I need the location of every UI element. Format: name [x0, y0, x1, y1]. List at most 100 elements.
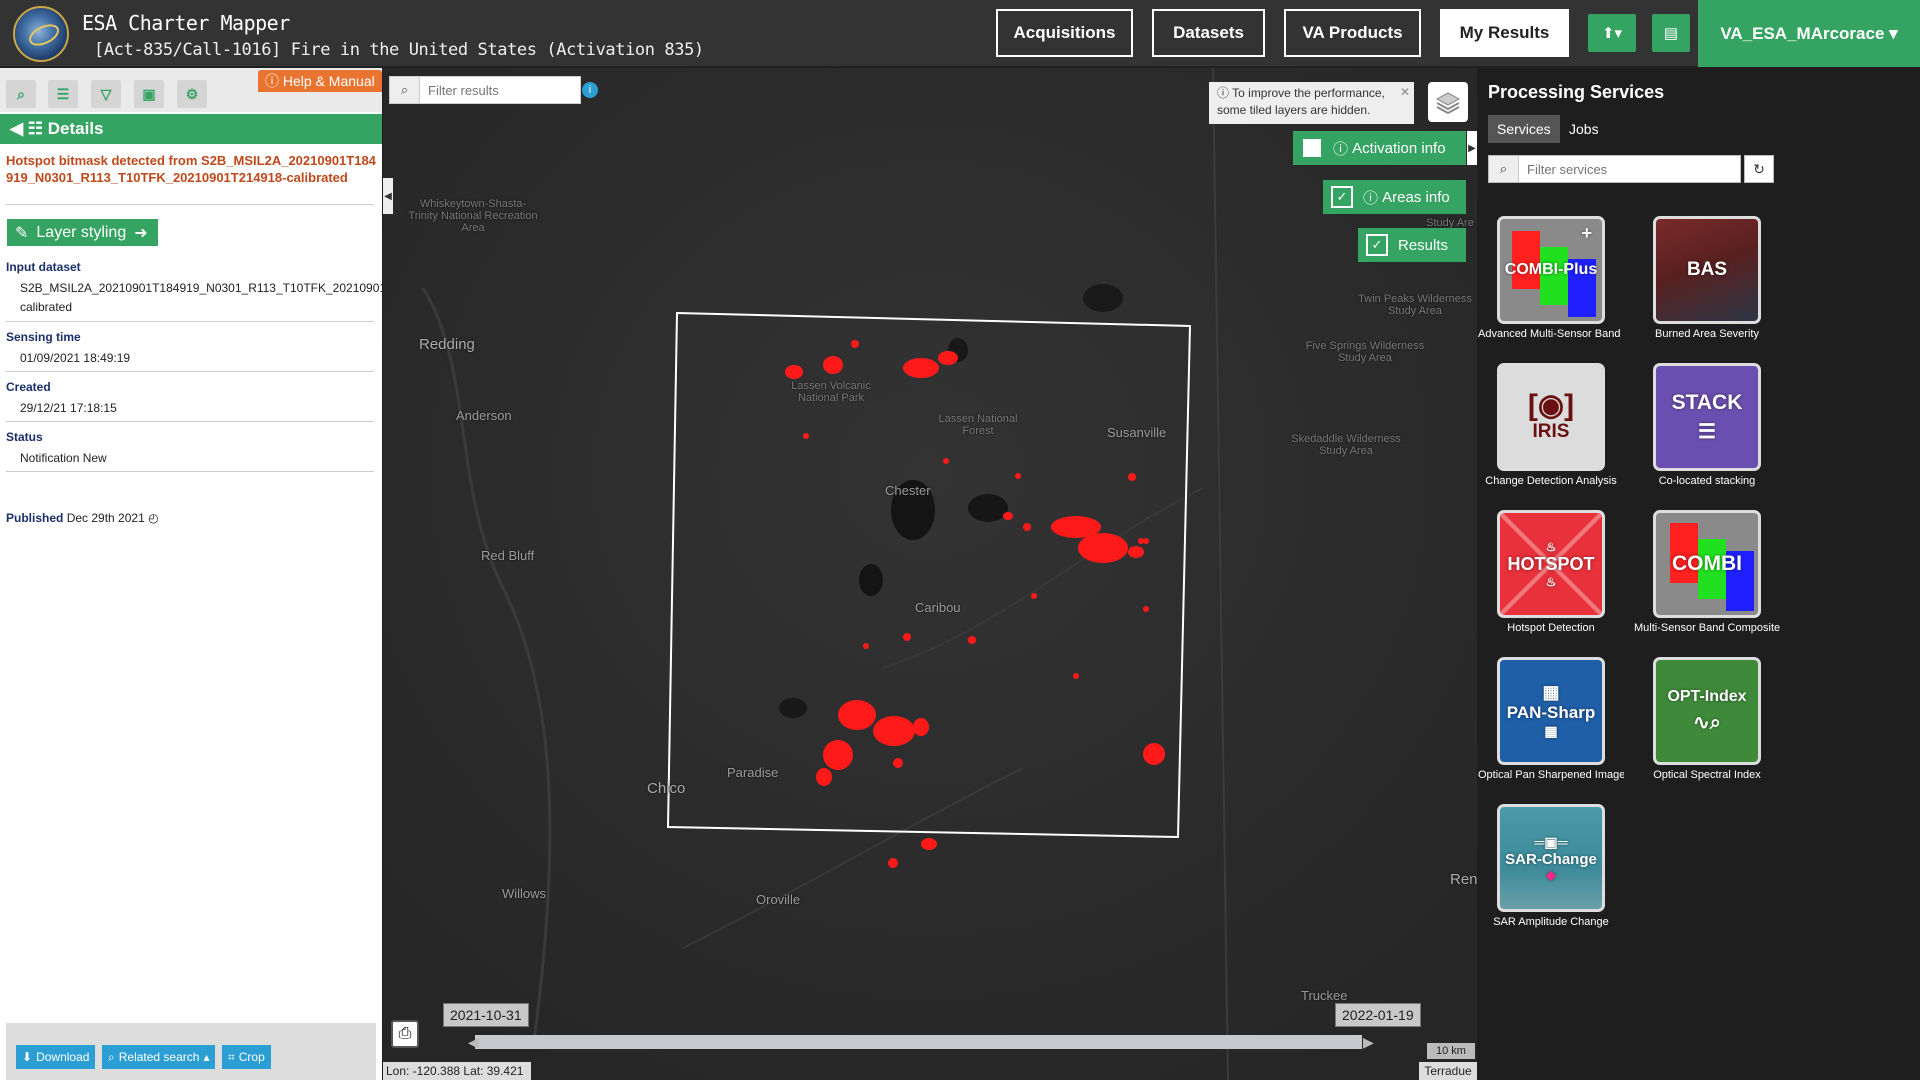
map-label-susanville: Susanville — [1107, 425, 1167, 440]
details-header[interactable]: ◀ ☷ Details — [0, 114, 382, 144]
collapse-left-panel-toggle[interactable]: ◀ — [383, 178, 393, 214]
esa-charter-logo[interactable] — [13, 6, 69, 62]
activation-info-label: Activation info — [1352, 139, 1446, 157]
results-filter-input[interactable] — [420, 82, 570, 98]
upload-menu-button[interactable]: ⬆▾ — [1588, 14, 1636, 52]
layer-styling-button[interactable]: ✎ Layer styling ➜ — [7, 219, 158, 246]
service-tile[interactable]: ═▣═ SAR-Change ◆ — [1497, 804, 1605, 912]
user-menu[interactable]: VA_ESA_MArcorace ▾ — [1698, 0, 1920, 67]
hotspot-cluster — [803, 433, 809, 439]
refresh-icon[interactable]: ↻ — [1744, 155, 1774, 183]
service-tile-label: COMBI — [1672, 552, 1742, 575]
hotspot-cluster — [1015, 473, 1021, 479]
published-info: Published Dec 29th 2021 ◴ — [6, 511, 159, 525]
service-combi-plus[interactable]: COMBI-Plus + Advanced Multi-Sensor Band … — [1478, 216, 1624, 340]
info-icon[interactable]: i — [582, 82, 598, 98]
service-tile[interactable]: COMBI-Plus + — [1497, 216, 1605, 324]
field-key-input-dataset: Input dataset — [6, 260, 81, 274]
service-opt-index[interactable]: OPT-Index ∿⌕ Optical Spectral Index — [1634, 657, 1780, 781]
satellite-icon: ═▣═ — [1534, 834, 1568, 850]
map-label-caribou: Caribou — [915, 600, 961, 615]
service-pan-sharp[interactable]: ▦ PAN-Sharp ▦ Optical Pan Sharpened Imag… — [1478, 657, 1624, 781]
basket-icon[interactable]: ▽ — [91, 80, 121, 108]
service-tile[interactable]: COMBI — [1653, 510, 1761, 618]
details-panel: ⌕ ☰ ▽ ▣ ⚙ ⓘ Help & Manual ◀ ☷ Details Ho… — [0, 68, 438, 1080]
service-tile[interactable]: ♨ HOTSPOT ♨ — [1497, 510, 1605, 618]
checkbox-checked[interactable]: ✓ — [1366, 234, 1388, 256]
crop-button[interactable]: ⌗ Crop — [222, 1045, 271, 1069]
timeline-slider[interactable] — [475, 1035, 1362, 1049]
search-icon[interactable]: ⌕ — [6, 80, 36, 108]
crop-label: Crop — [238, 1050, 265, 1064]
map-label-oroville: Oroville — [756, 892, 801, 907]
help-manual-button[interactable]: ⓘ Help & Manual — [258, 70, 382, 92]
timeline-end-date[interactable]: 2022-01-19 — [1335, 1003, 1421, 1027]
related-search-label: Related search — [118, 1050, 200, 1064]
gear-icon[interactable]: ⚙ — [177, 80, 207, 108]
timeline-handle-right[interactable]: ▶ — [1363, 1034, 1374, 1051]
back-arrow-icon[interactable]: ◀ — [10, 119, 28, 139]
timeline-start-date[interactable]: 2021-10-31 — [443, 1003, 529, 1027]
list-icon[interactable]: ☰ — [48, 80, 78, 108]
nav-datasets[interactable]: Datasets — [1152, 9, 1265, 57]
checkbox-checked[interactable]: ✓ — [1331, 186, 1353, 208]
tab-services[interactable]: Services — [1488, 115, 1560, 143]
hotspot-cluster — [863, 643, 869, 649]
field-value-input-dataset: S2B_MSIL2A_20210901T184919_N0301_R113_T1… — [20, 281, 438, 314]
checkbox-unchecked[interactable] — [1301, 137, 1323, 159]
service-caption: Multi-Sensor Band Composite — [1634, 622, 1780, 634]
expand-overlay-toggle[interactable]: ▶ — [1467, 131, 1477, 165]
field-value-sensing-time: 01/09/2021 18:49:19 — [20, 351, 131, 365]
tab-jobs[interactable]: Jobs — [1560, 115, 1608, 143]
results-filter[interactable]: ⌕ — [389, 76, 581, 104]
hotspot-cluster — [1078, 533, 1128, 563]
service-iris[interactable]: [◉] IRIS Change Detection Analysis — [1478, 363, 1624, 487]
service-hotspot[interactable]: ♨ HOTSPOT ♨ Hotspot Detection — [1478, 510, 1624, 634]
service-stack[interactable]: STACK ☰ Co-located stacking — [1634, 363, 1780, 487]
hotspot-cluster — [1143, 743, 1165, 765]
map-view[interactable]: Whiskeytown-Shasta-Trinity National Recr… — [383, 68, 1477, 1080]
published-date: Dec 29th 2021 — [66, 511, 145, 525]
service-sar-change[interactable]: ═▣═ SAR-Change ◆ SAR Amplitude Change — [1478, 804, 1624, 928]
services-filter-input[interactable] — [1519, 161, 1719, 177]
nav-my-results[interactable]: My Results — [1440, 9, 1569, 57]
download-label: Download — [36, 1050, 90, 1064]
service-caption: Hotspot Detection — [1507, 622, 1595, 634]
print-icon[interactable]: ⎙ — [391, 1020, 419, 1048]
toolbox-button[interactable]: ▤ — [1652, 14, 1690, 52]
services-filter[interactable]: ⌕ — [1488, 155, 1741, 183]
basemap-terrain — [383, 68, 1477, 1080]
nav-va-products[interactable]: VA Products — [1284, 9, 1421, 57]
archive-icon[interactable]: ▣ — [134, 80, 164, 108]
nav-acquisitions[interactable]: Acquisitions — [996, 9, 1133, 57]
basemap-attribution[interactable]: Terradue — [1419, 1062, 1477, 1080]
results-toggle[interactable]: ✓ Results — [1358, 228, 1466, 262]
service-tile[interactable]: [◉] IRIS — [1497, 363, 1605, 471]
service-tile[interactable]: OPT-Index ∿⌕ — [1653, 657, 1761, 765]
download-button[interactable]: ⬇ Download — [16, 1045, 96, 1069]
activation-info-toggle[interactable]: ⓘ Activation info — [1293, 131, 1466, 165]
document-icon: ☷ — [27, 119, 48, 138]
caret-up-icon: ▴ — [203, 1050, 210, 1064]
service-combi[interactable]: COMBI Multi-Sensor Band Composite — [1634, 510, 1780, 634]
service-tile[interactable]: STACK ☰ — [1653, 363, 1761, 471]
map-label-skedaddle: Skedaddle Wilderness Study Area — [1291, 433, 1401, 457]
map-label-chico: Chico — [647, 780, 686, 797]
close-icon[interactable]: ✕ — [1400, 84, 1410, 101]
service-tile[interactable]: ▦ PAN-Sharp ▦ — [1497, 657, 1605, 765]
service-bas[interactable]: BAS Burned Area Severity — [1634, 216, 1780, 340]
performance-tooltip: ⓘ To improve the performance, some tiled… — [1209, 82, 1414, 124]
service-tile[interactable]: BAS — [1653, 216, 1761, 324]
timeline-handle-left[interactable]: ◀ — [468, 1034, 479, 1051]
divider — [6, 321, 374, 322]
crop-icon: ⌗ — [228, 1049, 235, 1064]
red-band-bar — [1512, 231, 1540, 289]
map-label-anderson: Anderson — [456, 408, 512, 423]
hotspot-cluster — [1023, 523, 1031, 531]
service-caption: SAR Amplitude Change — [1493, 916, 1609, 928]
related-search-button[interactable]: ⌕ Related search ▴ — [102, 1045, 216, 1069]
field-key-sensing-time: Sensing time — [6, 330, 81, 344]
service-tile-label: STACK — [1671, 390, 1743, 414]
areas-info-toggle[interactable]: ✓ ⓘ Areas info — [1323, 180, 1466, 214]
layers-toggle-button[interactable] — [1428, 82, 1468, 122]
